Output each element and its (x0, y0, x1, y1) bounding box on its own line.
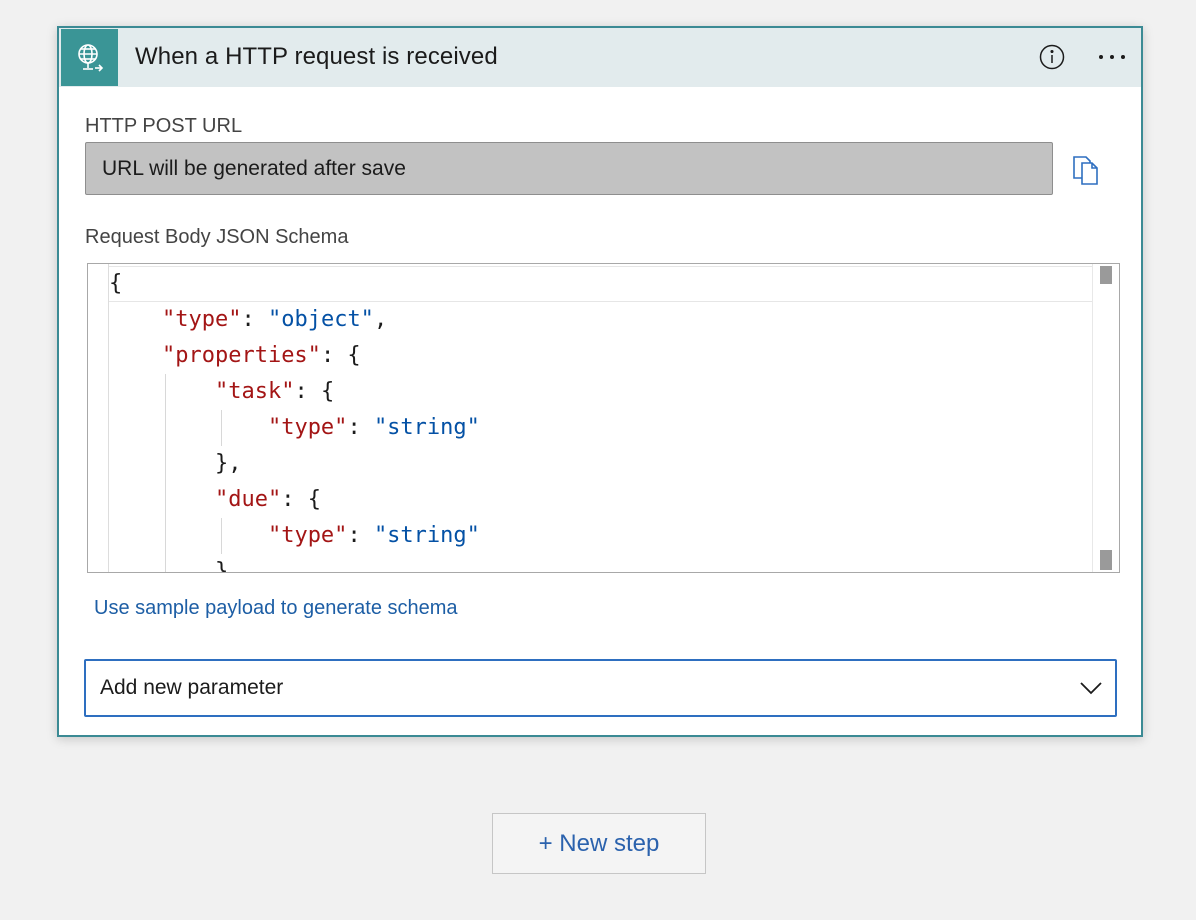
code-line: }, (109, 451, 242, 476)
http-post-url-label: HTTP POST URL (85, 115, 243, 137)
chevron-down-icon (1080, 682, 1102, 695)
http-post-url-field[interactable]: URL will be generated after save (85, 142, 1053, 195)
schema-label: Request Body JSON Schema (85, 226, 349, 248)
json-schema-editor[interactable]: { "type": "object", "properties": { "tas… (87, 263, 1120, 573)
card-header[interactable]: When a HTTP request is received (59, 28, 1141, 87)
add-parameter-label: Add new parameter (100, 676, 284, 699)
globe-request-icon (61, 29, 118, 86)
scrollbar-thumb-bottom[interactable] (1100, 550, 1112, 570)
code-line: "type": "string" (267, 523, 480, 548)
info-icon[interactable] (1039, 44, 1065, 70)
copy-icon[interactable] (1071, 154, 1101, 186)
code-line: "task": { (214, 379, 335, 404)
sample-payload-link[interactable]: Use sample payload to generate schema (94, 597, 458, 620)
code-line: { (109, 271, 123, 296)
current-line-highlight (109, 266, 1093, 302)
url-field-value: URL will be generated after save (102, 156, 406, 180)
code-line: "due": { (214, 487, 321, 512)
add-new-parameter-select[interactable]: Add new parameter (84, 659, 1117, 717)
code-area[interactable]: { "type": "object", "properties": { "tas… (108, 264, 1093, 572)
code-line: "type": "string" (267, 415, 480, 440)
code-line: "properties": { (161, 343, 361, 368)
new-step-button[interactable]: + New step (492, 813, 706, 874)
card-title: When a HTTP request is received (135, 43, 498, 70)
code-line: } (109, 559, 229, 572)
code-line: "type": "object", (161, 307, 388, 332)
trigger-card: When a HTTP request is received HTTP POS… (57, 26, 1143, 737)
scrollbar-thumb-top[interactable] (1100, 266, 1112, 284)
more-options-icon[interactable] (1095, 42, 1129, 72)
editor-scrollbar[interactable] (1092, 264, 1119, 572)
